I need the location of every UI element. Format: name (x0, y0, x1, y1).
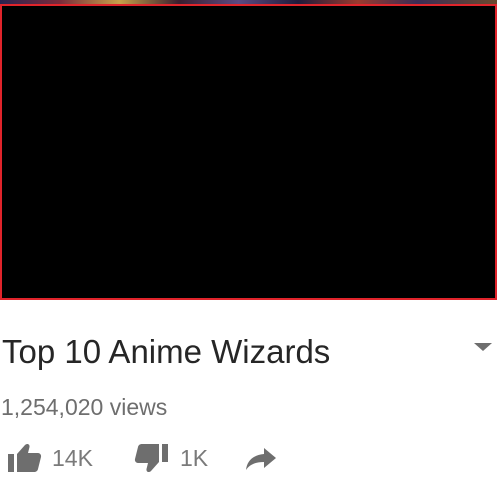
dislike-count: 1K (180, 445, 209, 471)
dislike-button[interactable]: 1K (134, 440, 208, 476)
like-count: 14K (52, 445, 93, 471)
share-button[interactable] (244, 440, 278, 476)
video-page: Top 10 Anime Wizards 1,254,020 views 14K… (0, 0, 497, 497)
thumbs-up-icon (8, 443, 42, 472)
action-bar: 14K 1K (0, 440, 497, 476)
share-arrow-icon (246, 448, 276, 470)
expand-description-button[interactable] (468, 337, 497, 357)
view-count: 1,254,020 views (1, 394, 168, 420)
video-player[interactable] (0, 4, 497, 300)
like-button[interactable]: 14K (6, 440, 93, 476)
video-title: Top 10 Anime Wizards (2, 333, 331, 370)
chevron-down-icon (474, 343, 492, 351)
thumbs-down-icon (134, 444, 168, 473)
